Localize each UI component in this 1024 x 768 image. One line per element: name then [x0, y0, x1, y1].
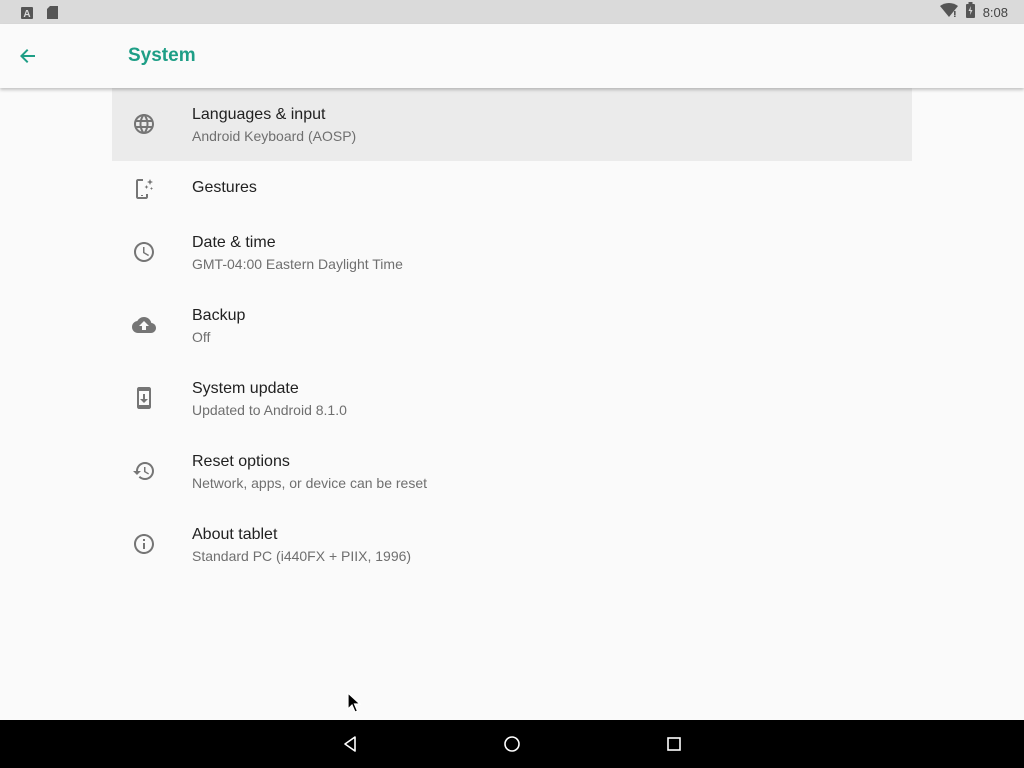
mouse-cursor-icon: [347, 691, 363, 714]
date-time-item[interactable]: Date & time GMT-04:00 Eastern Daylight T…: [112, 216, 912, 289]
restore-icon: [132, 459, 156, 483]
nav-home-button[interactable]: [502, 734, 522, 754]
info-icon: [132, 532, 156, 556]
item-summary: Network, apps, or device can be reset: [192, 475, 428, 491]
clock-icon: [132, 240, 156, 264]
item-summary: Updated to Android 8.1.0: [192, 402, 347, 418]
page-title: System: [128, 45, 196, 66]
item-summary: Off: [192, 329, 211, 345]
sd-card-icon: [47, 6, 58, 24]
settings-list: Languages & input Android Keyboard (AOSP…: [112, 88, 912, 581]
navigation-bar: [0, 720, 1024, 768]
item-summary: GMT-04:00 Eastern Daylight Time: [192, 256, 403, 272]
system-update-icon: [132, 386, 156, 410]
item-summary: Standard PC (i440FX + PIIX, 1996): [192, 548, 412, 564]
item-title: About tablet: [192, 526, 278, 543]
gestures-phone-icon: [132, 176, 156, 200]
globe-icon: [132, 112, 156, 136]
home-circle-icon: [504, 736, 520, 752]
arrow-back-icon: [20, 49, 35, 63]
reset-options-item[interactable]: Reset options Network, apps, or device c…: [112, 435, 912, 508]
clock-time: 8:08: [982, 4, 1008, 20]
item-title: Date & time: [192, 234, 276, 251]
app-bar: System: [0, 24, 1024, 88]
back-button[interactable]: [16, 44, 40, 68]
item-title: System update: [192, 380, 299, 397]
recents-square-icon: [667, 737, 681, 751]
battery-icon: [965, 1, 975, 23]
svg-text:A: A: [23, 9, 30, 19]
status-bar: A 8:08: [0, 0, 1024, 24]
wifi-icon: [939, 2, 958, 22]
item-title: Languages & input: [192, 106, 326, 123]
cloud-upload-icon: [132, 313, 156, 337]
backup-item[interactable]: Backup Off: [112, 289, 912, 362]
item-title: Reset options: [192, 453, 290, 470]
languages-input-item[interactable]: Languages & input Android Keyboard (AOSP…: [112, 88, 912, 161]
back-triangle-icon: [344, 736, 356, 752]
item-title: Backup: [192, 307, 246, 324]
text-a-icon: A: [21, 6, 33, 24]
nav-back-button[interactable]: [341, 734, 361, 754]
system-update-item[interactable]: System update Updated to Android 8.1.0: [112, 362, 912, 435]
nav-recents-button[interactable]: [664, 734, 684, 754]
item-title: Gestures: [192, 179, 257, 196]
gestures-item[interactable]: Gestures: [112, 161, 912, 216]
item-summary: Android Keyboard (AOSP): [192, 128, 357, 144]
about-tablet-item[interactable]: About tablet Standard PC (i440FX + PIIX,…: [112, 508, 912, 581]
